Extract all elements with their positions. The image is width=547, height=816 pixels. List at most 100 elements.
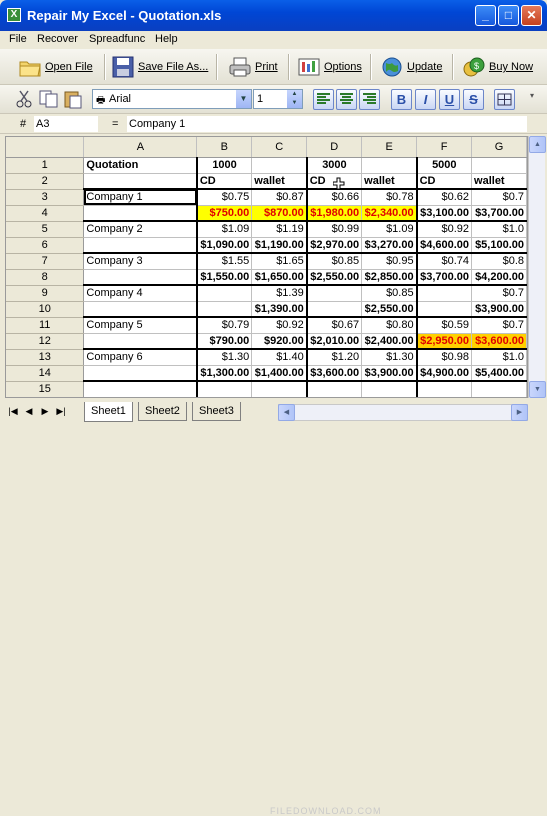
minimize-button[interactable]: _ (475, 5, 496, 26)
grid-cell[interactable]: Company 2 (83, 221, 198, 238)
grid-cell[interactable]: $0.74 (415, 253, 473, 270)
column-header[interactable]: F (416, 137, 473, 158)
grid-cell[interactable]: $0.87 (251, 189, 308, 206)
grid-cell[interactable] (361, 157, 418, 174)
chevron-down-icon[interactable]: ▼ (236, 90, 251, 108)
grid-cell[interactable] (415, 381, 473, 397)
grid-cell[interactable]: $1.65 (251, 253, 308, 270)
grid-cell[interactable]: $1.0 (471, 221, 527, 238)
formula-input[interactable]: Company 1 (127, 116, 527, 132)
grid-cell[interactable]: $1.55 (195, 253, 253, 270)
underline-button[interactable]: U (439, 89, 460, 110)
grid-cell[interactable]: 1000 (195, 157, 253, 174)
grid-cell[interactable]: $0.85 (361, 285, 418, 302)
grid-cell[interactable]: $0.67 (305, 317, 363, 334)
grid-cell[interactable]: $0.66 (305, 189, 363, 206)
save-file-button[interactable]: Save File As... (111, 53, 208, 81)
select-all-corner[interactable] (6, 137, 85, 158)
grid-cell[interactable] (471, 157, 527, 174)
menu-recover[interactable]: Recover (37, 33, 78, 45)
scroll-left-icon[interactable]: ◀ (278, 404, 295, 421)
row-header[interactable]: 10 (6, 301, 85, 318)
grid-cell[interactable]: $1,390.00 (251, 301, 308, 318)
column-header[interactable]: A (83, 137, 198, 158)
grid-cell[interactable]: $0.95 (361, 253, 418, 270)
grid-cell[interactable] (195, 381, 253, 397)
first-sheet-icon[interactable]: |◀ (6, 404, 20, 418)
grid-cell[interactable]: $3,900.00 (361, 365, 418, 382)
grid-cell[interactable]: $5,100.00 (471, 237, 527, 254)
grid-cell[interactable]: $4,900.00 (415, 365, 473, 382)
grid-cell[interactable]: CD (195, 173, 253, 190)
bold-button[interactable]: B (391, 89, 412, 110)
grid-cell[interactable]: $2,400.00 (361, 333, 418, 350)
vertical-scrollbar[interactable]: ▲ ▼ (528, 136, 546, 398)
grid-cell[interactable]: $3,100.00 (415, 205, 473, 222)
grid-cell[interactable]: $5,400.00 (471, 365, 527, 382)
grid-cell[interactable]: $920.00 (251, 333, 308, 350)
print-button[interactable]: Print (228, 53, 278, 81)
grid-cell[interactable]: $1,090.00 (195, 237, 253, 254)
next-sheet-icon[interactable]: ▶ (38, 404, 52, 418)
grid-cell[interactable] (195, 285, 253, 302)
copy-icon[interactable] (38, 89, 60, 109)
menu-file[interactable]: File (9, 33, 27, 45)
grid-cell[interactable] (305, 301, 363, 318)
row-header[interactable]: 14 (6, 365, 85, 382)
grid-cell[interactable]: $2,010.00 (305, 333, 363, 350)
grid-cell[interactable] (471, 381, 527, 397)
grid-cell[interactable]: $1.39 (251, 285, 308, 302)
grid-cell[interactable]: $870.00 (251, 205, 308, 222)
grid-cell[interactable]: $1,650.00 (251, 269, 308, 286)
grid-cell[interactable]: $0.75 (195, 189, 253, 206)
grid-cell[interactable]: $1.30 (195, 349, 253, 366)
strikethrough-button[interactable]: S (463, 89, 484, 110)
grid-cell[interactable]: $2,550.00 (361, 301, 418, 318)
align-right-button[interactable] (359, 89, 380, 110)
grid-cell[interactable]: $0.80 (361, 317, 418, 334)
grid-cell[interactable]: $2,550.00 (305, 269, 363, 286)
row-header[interactable]: 12 (6, 333, 85, 350)
open-file-button[interactable]: Open File (18, 53, 93, 81)
grid-cell[interactable] (305, 285, 363, 302)
grid-cell[interactable]: 5000 (415, 157, 473, 174)
grid-cell[interactable]: $2,850.00 (361, 269, 418, 286)
grid-cell[interactable]: $0.98 (415, 349, 473, 366)
menu-spreadfunc[interactable]: Spreadfunc (89, 33, 145, 45)
grid-cell[interactable]: $0.7 (471, 317, 527, 334)
scroll-up-icon[interactable]: ▲ (529, 136, 546, 153)
grid-cell[interactable]: $1,400.00 (251, 365, 308, 382)
column-header[interactable]: E (361, 137, 418, 158)
horizontal-scrollbar[interactable]: ◀ ▶ (278, 404, 528, 421)
row-header[interactable]: 15 (6, 381, 85, 397)
grid-cell[interactable] (83, 365, 198, 382)
cut-icon[interactable] (14, 89, 36, 109)
grid-cell[interactable]: $4,200.00 (471, 269, 527, 286)
row-header[interactable]: 1 (6, 157, 85, 174)
font-select[interactable]: 🖶 Arial ▼ (92, 89, 252, 109)
column-header[interactable]: B (196, 137, 253, 158)
borders-button[interactable] (494, 89, 515, 110)
grid-cell[interactable]: Company 1 (83, 189, 198, 206)
spin-arrows-icon[interactable]: ▲ ▼ (287, 90, 302, 108)
grid-cell[interactable] (83, 205, 198, 222)
grid-cell[interactable]: $3,600.00 (305, 365, 363, 382)
row-header[interactable]: 7 (6, 253, 85, 270)
grid-cell[interactable]: $1.09 (195, 221, 253, 238)
grid-cell[interactable]: $2,950.00 (415, 333, 473, 350)
grid-cell[interactable] (251, 157, 308, 174)
grid-cell[interactable]: $0.7 (471, 285, 527, 302)
grid-cell[interactable]: $3,700.00 (415, 269, 473, 286)
maximize-button[interactable]: □ (498, 5, 519, 26)
grid-cell[interactable]: $3,900.00 (471, 301, 527, 318)
grid-cell[interactable]: $2,970.00 (305, 237, 363, 254)
column-header[interactable]: D (306, 137, 363, 158)
grid-cell[interactable]: $1,980.00 (305, 205, 363, 222)
grid-cell[interactable] (305, 381, 363, 397)
grid-cell[interactable]: $790.00 (195, 333, 253, 350)
grid-cell[interactable]: $1.0 (471, 349, 527, 366)
scroll-down-icon[interactable]: ▼ (529, 381, 546, 398)
grid-cell[interactable] (83, 301, 198, 318)
grid-cell[interactable]: $1,300.00 (195, 365, 253, 382)
menu-help[interactable]: Help (155, 33, 178, 45)
